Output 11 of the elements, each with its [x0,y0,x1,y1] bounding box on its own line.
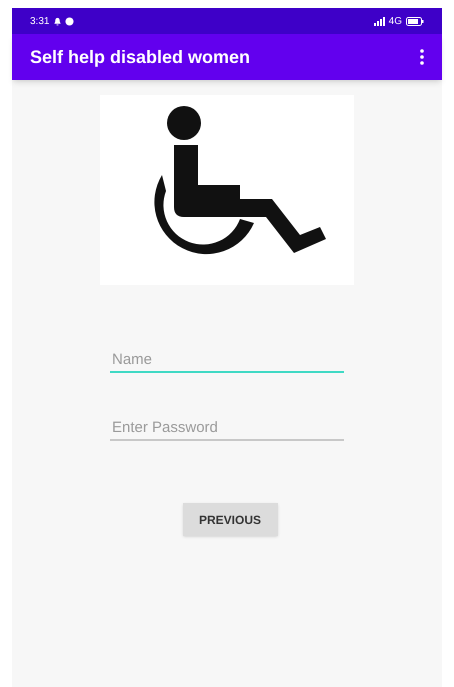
more-icon[interactable] [420,49,424,65]
status-time: 3:31 [30,14,50,28]
signal-icon [374,16,386,26]
text-field[interactable]: Name [110,347,344,373]
text-field[interactable]: Enter Password [110,415,344,441]
network-label: 4G [388,14,402,28]
app-title: Self help disabled women [30,46,252,69]
bell-icon [53,16,62,26]
notification-icon [65,16,74,26]
battery-icon [406,16,424,26]
previous-button[interactable]: PREVIOUS [182,503,278,536]
